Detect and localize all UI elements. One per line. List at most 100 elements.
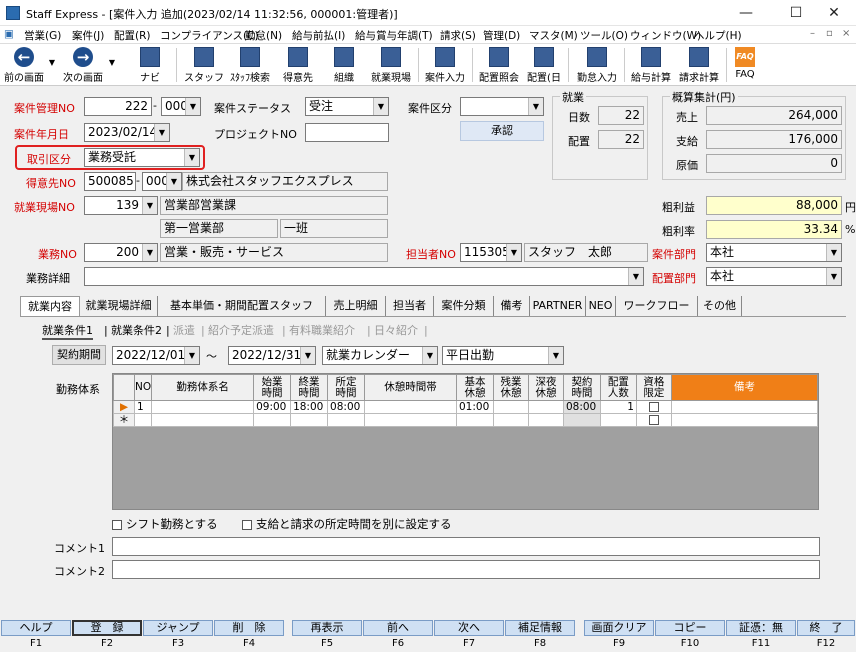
approve-button[interactable]: 承認 bbox=[460, 121, 544, 141]
case-no-sub-select[interactable]: 000 ▼ bbox=[161, 97, 201, 116]
cell-ot-break[interactable] bbox=[492, 400, 529, 414]
tab-site-detail[interactable]: 就業現場詳細 bbox=[80, 296, 158, 316]
tab-other[interactable]: その他 bbox=[698, 296, 742, 316]
menu-tools[interactable]: ツール(O) bbox=[580, 28, 628, 43]
case-date-input[interactable]: 2023/02/14 ▼ bbox=[84, 123, 170, 142]
cell-ot-break[interactable] bbox=[492, 413, 529, 427]
comment1-input[interactable] bbox=[112, 537, 820, 556]
f11-voucher-button[interactable]: 証憑：無 bbox=[726, 620, 796, 636]
toolbar-faq-button[interactable]: FAQ FAQ bbox=[730, 46, 760, 84]
menu-placement[interactable]: 配置(R) bbox=[114, 28, 151, 43]
chevron-down-icon[interactable]: ▼ bbox=[47, 58, 57, 96]
tab-remarks[interactable]: 備考 bbox=[494, 296, 530, 316]
f8-supplement-button[interactable]: 補足情報 bbox=[505, 620, 575, 636]
f7-next-button[interactable]: 次へ bbox=[434, 620, 504, 636]
cell-night-break[interactable] bbox=[527, 413, 564, 427]
mdi-minimize-icon[interactable]: – bbox=[810, 28, 815, 39]
cell-end[interactable] bbox=[290, 413, 329, 427]
place-dept-select[interactable]: 本社 ▼ bbox=[706, 267, 842, 286]
cell-note[interactable] bbox=[670, 400, 819, 414]
cell-no[interactable] bbox=[133, 413, 153, 427]
chevron-down-icon[interactable]: ▼ bbox=[528, 98, 543, 115]
comment2-input[interactable] bbox=[112, 560, 820, 579]
subtab-placement-agency[interactable]: 有料職業紹介 bbox=[289, 322, 355, 340]
project-input[interactable] bbox=[305, 123, 389, 142]
separate-checkbox[interactable] bbox=[242, 519, 252, 530]
f6-prev-button[interactable]: 前へ bbox=[363, 620, 433, 636]
shift-select[interactable]: 平日出勤 ▼ bbox=[442, 346, 564, 365]
menu-sales[interactable]: 営業(G) bbox=[24, 28, 61, 43]
tab-partner[interactable]: PARTNER bbox=[530, 296, 586, 316]
f2-register-button[interactable]: 登 録 bbox=[72, 620, 142, 636]
f10-copy-button[interactable]: コピー bbox=[655, 620, 725, 636]
f3-jump-button[interactable]: ジャンプ bbox=[143, 620, 213, 636]
chevron-down-icon[interactable]: ▼ bbox=[107, 58, 117, 96]
chevron-down-icon[interactable]: ▼ bbox=[628, 268, 643, 285]
trade-select[interactable]: 業務受託 ▼ bbox=[84, 148, 200, 167]
tab-sales-detail[interactable]: 売上明細 bbox=[326, 296, 386, 316]
cell-name[interactable] bbox=[151, 400, 255, 414]
f9-clear-button[interactable]: 画面クリア bbox=[584, 620, 654, 636]
category-select[interactable]: ▼ bbox=[460, 97, 544, 116]
menu-master[interactable]: マスタ(M) bbox=[529, 28, 578, 43]
cell-start[interactable]: 09:00 bbox=[253, 400, 292, 414]
chevron-down-icon[interactable]: ▼ bbox=[826, 268, 841, 285]
cell-note[interactable] bbox=[670, 413, 819, 427]
chevron-down-icon[interactable]: ▼ bbox=[422, 347, 437, 364]
cell-count[interactable] bbox=[599, 413, 637, 427]
qualification-checkbox[interactable] bbox=[648, 414, 659, 425]
status-select[interactable]: 受注 ▼ bbox=[305, 97, 389, 116]
mdi-restore-icon[interactable]: ▫ bbox=[826, 28, 833, 39]
chevron-down-icon[interactable]: ▼ bbox=[373, 98, 388, 115]
chevron-down-icon[interactable]: ▼ bbox=[166, 173, 181, 190]
shift-checkbox[interactable] bbox=[112, 519, 122, 530]
cell-break-band[interactable] bbox=[364, 400, 457, 414]
cell-start[interactable] bbox=[253, 413, 292, 427]
chevron-down-icon[interactable]: ▼ bbox=[185, 98, 200, 115]
tab-neo[interactable]: NEO bbox=[586, 296, 616, 316]
menu-admin[interactable]: 管理(D) bbox=[483, 28, 520, 43]
chevron-down-icon[interactable]: ▼ bbox=[300, 347, 315, 364]
new-row-icon[interactable]: ＊ bbox=[113, 413, 135, 427]
subtab-dispatch[interactable]: 派遣 bbox=[173, 322, 195, 340]
subtab-temp-to-perm[interactable]: 紹介予定派遣 bbox=[208, 322, 274, 340]
qualification-checkbox[interactable] bbox=[648, 401, 659, 412]
toolbar-case-entry-button[interactable]: 案件入力 bbox=[422, 46, 468, 84]
cell-basic-break[interactable]: 01:00 bbox=[456, 400, 494, 414]
menu-window[interactable]: ウィンドウ(W) bbox=[630, 28, 701, 43]
toolbar-customer-button[interactable]: 得意先 bbox=[276, 46, 320, 84]
cell-end[interactable]: 18:00 bbox=[290, 400, 329, 414]
subtab-conditions-2[interactable]: 就業条件2 bbox=[111, 322, 162, 340]
toolbar-billing-button[interactable]: 請求計算 bbox=[676, 46, 722, 84]
toolbar-navi-button[interactable]: ナビ bbox=[130, 46, 170, 84]
toolbar-forward-button[interactable]: → 次の画面 bbox=[60, 46, 106, 84]
menu-billing[interactable]: 請求(S) bbox=[440, 28, 476, 43]
f1-help-button[interactable]: ヘルプ bbox=[1, 620, 71, 636]
chevron-down-icon[interactable]: ▼ bbox=[184, 347, 199, 364]
chevron-down-icon[interactable]: ▼ bbox=[826, 244, 841, 261]
row-pointer-icon[interactable]: ▶ bbox=[113, 400, 135, 414]
cell-name[interactable] bbox=[151, 413, 255, 427]
menu-help[interactable]: ヘルプ(H) bbox=[694, 28, 742, 43]
cell-qual[interactable] bbox=[635, 413, 672, 427]
separate-checkbox-row[interactable]: 支給と請求の所定時間を別に設定する bbox=[242, 516, 452, 532]
table-row-new[interactable]: ＊ bbox=[113, 413, 819, 427]
work-pattern-grid[interactable]: NO 勤務体系名 始業 時間 終業 時間 所定 時間 休憩時間帯 基本 休憩 残… bbox=[112, 373, 819, 510]
toolbar-organization-button[interactable]: 組織 bbox=[322, 46, 366, 84]
chevron-down-icon[interactable]: ▼ bbox=[142, 244, 157, 261]
tab-work-content[interactable]: 就業内容 bbox=[20, 296, 80, 316]
customer-sub-select[interactable]: 000 ▼ bbox=[142, 172, 182, 191]
cell-night-break[interactable] bbox=[527, 400, 564, 414]
cell-count[interactable]: 1 bbox=[599, 400, 637, 414]
toolbar-payroll-button[interactable]: 給与計算 bbox=[628, 46, 674, 84]
toolbar-back-button[interactable]: ← 前の画面 bbox=[2, 46, 46, 84]
case-no-input[interactable]: 222 bbox=[84, 97, 152, 116]
cell-qual[interactable] bbox=[635, 400, 672, 414]
cell-std[interactable]: 08:00 bbox=[327, 400, 366, 414]
toolbar-placement-daily-button[interactable]: 配置(日 bbox=[524, 46, 564, 84]
tab-rates-staff[interactable]: 基本単価・期間配置スタッフ bbox=[158, 296, 326, 316]
calendar-select[interactable]: 就業カレンダー ▼ bbox=[322, 346, 438, 365]
toolbar-staff-button[interactable]: スタッフ bbox=[182, 46, 226, 84]
cell-basic-break[interactable] bbox=[456, 413, 494, 427]
contract-period-button[interactable]: 契約期間 bbox=[52, 345, 106, 365]
